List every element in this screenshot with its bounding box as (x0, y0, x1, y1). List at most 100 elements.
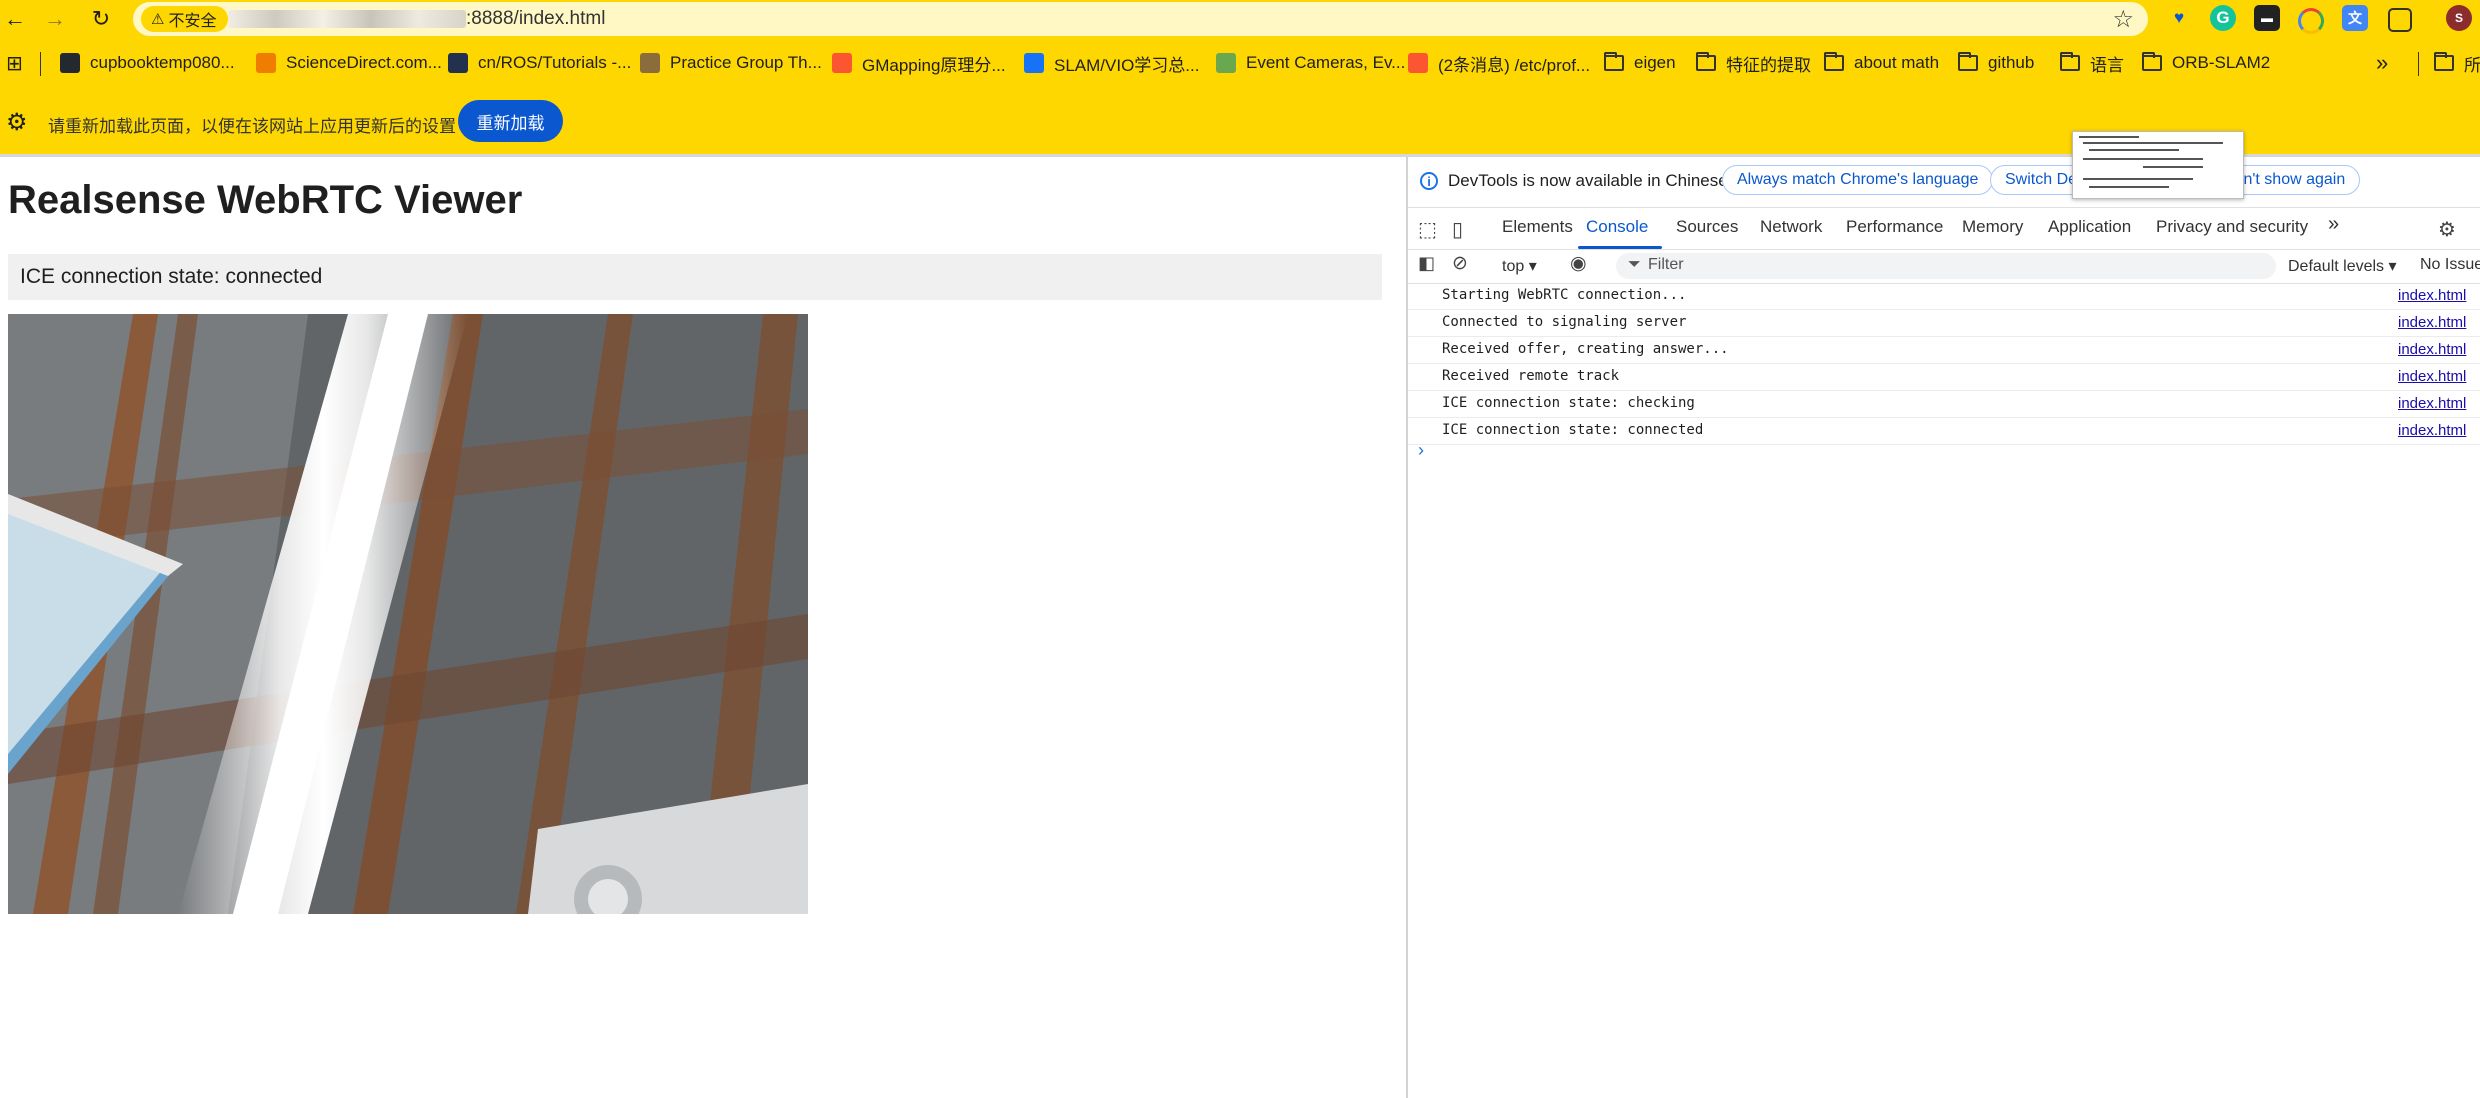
folder-icon (1696, 52, 1716, 71)
console-toolbar: ◧ ⊘ top ▾ ◉ ⏷ Filter Default levels ▾ No… (1408, 249, 2480, 284)
console-source-link[interactable]: index.html (2398, 422, 2466, 439)
match-language-button[interactable]: Always match Chrome's language (1722, 165, 1994, 195)
bookmark-label: eigen (1634, 53, 1676, 72)
device-toolbar-icon[interactable]: ▯ (1452, 217, 1463, 242)
bookmark-item[interactable]: GMapping原理分... (832, 50, 1006, 76)
console-source-link[interactable]: index.html (2398, 341, 2466, 358)
bookmark-item[interactable]: about math (1824, 50, 1939, 76)
inspect-element-icon[interactable]: ⬚ (1418, 217, 1437, 242)
log-levels-dropdown[interactable]: Default levels ▾ (2288, 256, 2397, 276)
console-message-text: ICE connection state: connected (1442, 422, 1704, 438)
bookmark-item[interactable]: eigen (1604, 50, 1676, 76)
csdn-icon (832, 53, 852, 73)
console-filter-input[interactable]: ⏷ Filter (1616, 253, 2276, 279)
notice-text: DevTools is now available in Chinese! (1448, 171, 1733, 190)
tab-console[interactable]: Console (1586, 217, 1648, 237)
address-bar[interactable]: ⚠ 不安全 :8888/index.html ☆ (133, 2, 2148, 36)
console-source-link[interactable]: index.html (2398, 314, 2466, 331)
devtools-language-notice: i DevTools is now available in Chinese! … (1408, 131, 2480, 208)
settings-gear-icon[interactable]: ⚙ (2438, 217, 2456, 242)
console-prompt-icon[interactable]: › (1418, 440, 1424, 461)
tab-elements[interactable]: Elements (1502, 217, 1573, 237)
folder-icon (1604, 52, 1624, 71)
grammarly-icon[interactable]: G (2210, 5, 2236, 31)
console-message-text: Received remote track (1442, 368, 1620, 384)
connection-status: ICE connection state: connected (8, 254, 1382, 300)
console-message-row: Received remote track index.html (1408, 364, 2480, 391)
github-icon (60, 53, 80, 73)
console-source-link[interactable]: index.html (2398, 368, 2466, 385)
reload-icon[interactable]: ↻ (86, 4, 116, 34)
bookmark-label: (2条消息) /etc/prof... (1438, 55, 1591, 75)
security-chip[interactable]: ⚠ 不安全 (141, 6, 229, 32)
back-icon[interactable]: ← (0, 4, 30, 34)
browser-toolbar: ← → ↻ ⚠ 不安全 :8888/index.html ☆ ♥ G ▬ 文 S (0, 0, 2480, 38)
console-message-text: Connected to signaling server (1442, 314, 1687, 330)
devtools-panel: i DevTools is now available in Chinese! … (1406, 131, 2480, 1098)
tab-network[interactable]: Network (1760, 217, 1822, 237)
sidebar-toggle-icon[interactable]: ◧ (1418, 253, 1435, 274)
page-title: Realsense WebRTC Viewer (8, 178, 523, 222)
profile-avatar[interactable]: S (2446, 5, 2472, 31)
security-label: 不安全 (168, 13, 217, 30)
console-source-link[interactable]: index.html (2398, 395, 2466, 412)
issues-counter[interactable]: No Issue (2420, 256, 2480, 274)
console-message-row: Connected to signaling server index.html (1408, 310, 2480, 337)
bookmark-item[interactable]: (2条消息) /etc/prof... (1408, 50, 1590, 76)
live-expression-eye-icon[interactable]: ◉ (1570, 252, 1587, 275)
bookmark-item[interactable]: 语言 (2060, 50, 2124, 76)
context-selector[interactable]: top ▾ (1502, 256, 1537, 276)
ros-icon (448, 53, 468, 73)
more-tabs-icon[interactable]: » (2328, 213, 2339, 236)
bookmark-item[interactable]: ORB-SLAM2 (2142, 50, 2270, 76)
translate-icon[interactable]: 文 (2342, 5, 2368, 31)
bookmarks-divider (2418, 52, 2419, 76)
tab-memory[interactable]: Memory (1962, 217, 2023, 237)
bookmark-item[interactable]: Practice Group Th... (640, 50, 822, 76)
bookmark-label: about math (1854, 53, 1940, 72)
other-bookmarks[interactable]: 所 (2434, 50, 2480, 76)
extension-heart-icon[interactable]: ♥ (2166, 5, 2192, 31)
bookmark-item[interactable]: github (1958, 50, 2034, 76)
bookmark-label: github (1988, 53, 2035, 72)
forward-icon[interactable]: → (40, 4, 70, 34)
clear-console-icon[interactable]: ⊘ (1452, 252, 1468, 275)
bookmark-label: ScienceDirect.com... (286, 53, 442, 72)
bookmark-label: ORB-SLAM2 (2172, 53, 2271, 72)
folder-icon (2142, 52, 2162, 71)
chrome-extension-icon[interactable] (2298, 8, 2324, 34)
info-icon: i (1420, 172, 1438, 190)
folder-icon (2434, 52, 2454, 71)
console-message-row: ICE connection state: connected index.htm… (1408, 418, 2480, 445)
bookmarks-bar: ⊞ cupbooktemp080... ScienceDirect.com... c… (0, 38, 2480, 91)
terminal-extension-icon[interactable]: ▬ (2254, 5, 2280, 31)
bookmark-item[interactable]: 特征的提取 (1696, 50, 1811, 76)
bookmark-item[interactable]: cn/ROS/Tutorials -... (448, 50, 631, 76)
practice-group-icon (640, 53, 660, 73)
tab-privacy-security[interactable]: Privacy and security (2156, 217, 2308, 237)
console-message-row: Received offer, creating answer... index.… (1408, 337, 2480, 364)
bookmark-item[interactable]: cupbooktemp080... (60, 50, 235, 76)
bookmark-item[interactable]: Event Cameras, Ev... (1216, 50, 1405, 76)
bookmark-label: cn/ROS/Tutorials -... (478, 53, 632, 72)
tab-application[interactable]: Application (2048, 217, 2131, 237)
folder-icon (2060, 52, 2080, 71)
reload-page-button[interactable]: 重新加载 (458, 100, 563, 142)
folder-icon (1824, 52, 1844, 71)
bookmark-item[interactable]: ScienceDirect.com... (256, 50, 442, 76)
infobar-message: 请重新加载此页面，以便在该网站上应用更新后的设置 (48, 117, 456, 136)
bookmarks-overflow-icon[interactable]: » (2376, 50, 2388, 76)
extensions-puzzle-icon[interactable] (2388, 8, 2412, 32)
bookmark-label: Practice Group Th... (670, 53, 822, 72)
tab-performance[interactable]: Performance (1846, 217, 1943, 237)
apps-grid-icon[interactable]: ⊞ (6, 50, 23, 76)
console-message-text: ICE connection state: checking (1442, 395, 1695, 411)
console-source-link[interactable]: index.html (2398, 287, 2466, 304)
bookmark-label: 特征的提取 (1726, 55, 1811, 75)
bookmark-star-icon[interactable]: ☆ (2112, 5, 2134, 34)
connection-status-text: ICE connection state: connected (20, 265, 323, 288)
tab-sources[interactable]: Sources (1676, 217, 1738, 237)
bookmark-item[interactable]: SLAM/VIO学习总... (1024, 50, 1199, 76)
webrtc-video[interactable] (8, 314, 808, 914)
bookmark-label: 所 (2464, 55, 2480, 75)
